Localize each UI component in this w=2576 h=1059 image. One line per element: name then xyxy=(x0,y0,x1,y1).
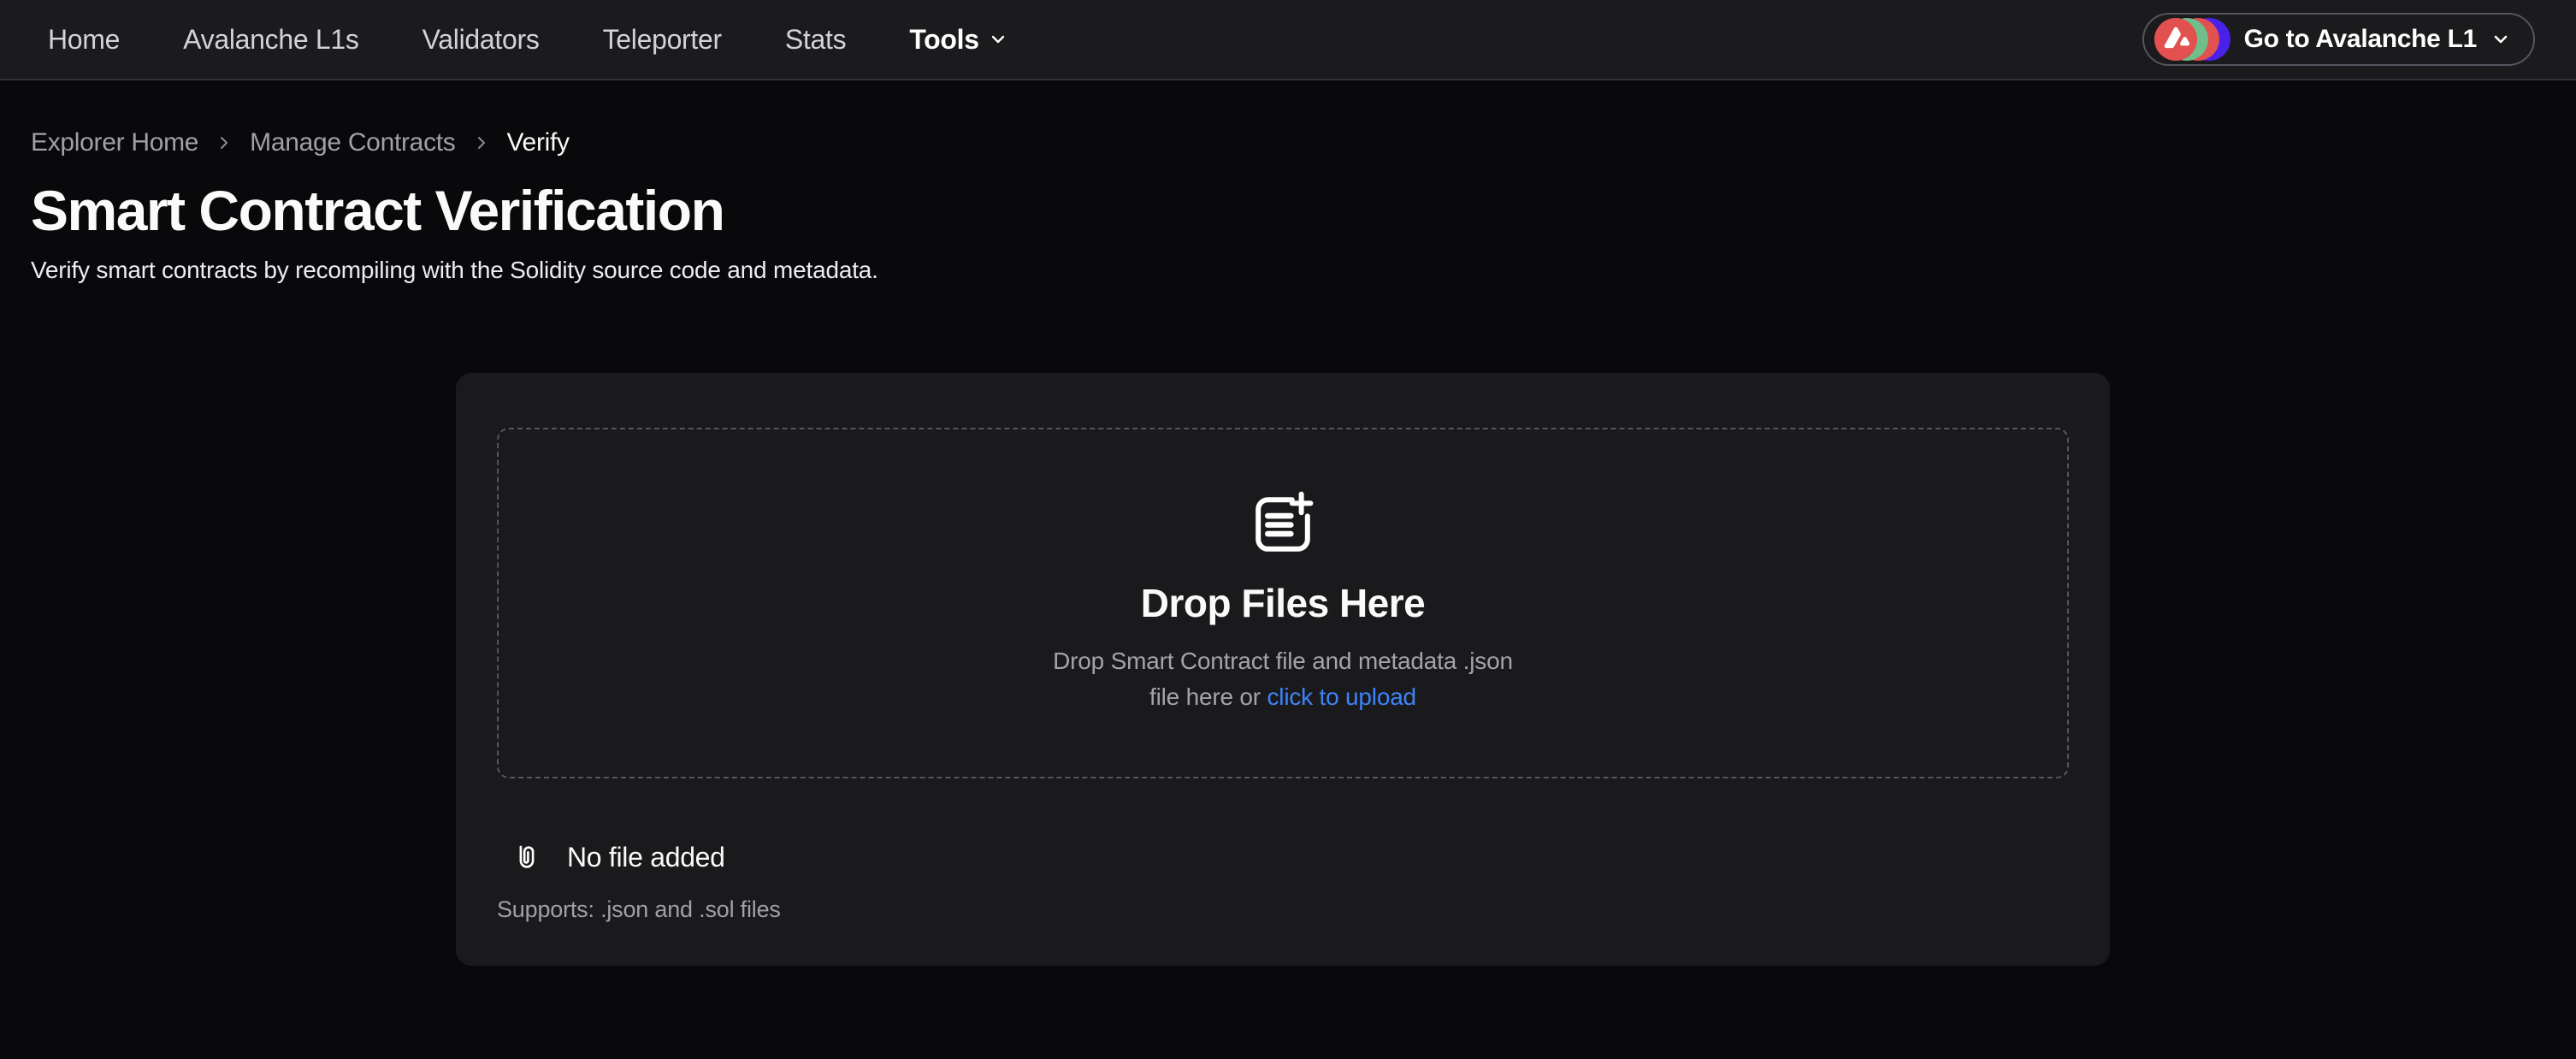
dropzone-description-line1: Drop Smart Contract file and metadata .j… xyxy=(1053,648,1513,674)
nav-item-avalanche-l1s[interactable]: Avalanche L1s xyxy=(183,24,358,56)
breadcrumb-explorer-home[interactable]: Explorer Home xyxy=(31,128,198,157)
dropzone-description-line2: file here or xyxy=(1149,683,1267,710)
avalanche-logo-stack xyxy=(2154,18,2230,61)
nav-item-tools[interactable]: Tools xyxy=(909,24,1007,56)
supported-file-types: Supports: .json and .sol files xyxy=(497,896,2069,923)
paperclip-icon xyxy=(512,833,541,881)
avalanche-logo-icon xyxy=(2154,18,2197,61)
file-dropzone[interactable]: Drop Files Here Drop Smart Contract file… xyxy=(497,428,2069,778)
chevron-down-icon xyxy=(2490,29,2511,50)
nav-item-teleporter[interactable]: Teleporter xyxy=(603,24,722,56)
upload-card: Drop Files Here Drop Smart Contract file… xyxy=(456,373,2110,966)
page-subtitle: Verify smart contracts by recompiling wi… xyxy=(31,257,2535,284)
breadcrumb: Explorer Home Manage Contracts Verify xyxy=(31,128,2535,157)
chevron-right-icon xyxy=(471,133,492,153)
post-add-icon xyxy=(1250,491,1316,558)
nav-item-validators[interactable]: Validators xyxy=(422,24,540,56)
nav-item-stats[interactable]: Stats xyxy=(785,24,846,56)
page: Home Avalanche L1s Validators Teleporter… xyxy=(0,0,2576,1059)
main-content: Explorer Home Manage Contracts Verify Sm… xyxy=(0,80,2576,966)
top-nav: Home Avalanche L1s Validators Teleporter… xyxy=(0,0,2576,80)
file-status-row: No file added xyxy=(497,833,2069,881)
file-status-text: No file added xyxy=(567,842,725,873)
breadcrumb-manage-contracts[interactable]: Manage Contracts xyxy=(250,128,455,157)
click-to-upload-link[interactable]: click to upload xyxy=(1267,683,1416,710)
nav-item-home[interactable]: Home xyxy=(48,24,120,56)
go-to-avalanche-l1-label: Go to Avalanche L1 xyxy=(2244,25,2477,54)
dropzone-heading: Drop Files Here xyxy=(1141,580,1426,626)
breadcrumb-current-verify: Verify xyxy=(507,128,570,157)
go-to-avalanche-l1-button[interactable]: Go to Avalanche L1 xyxy=(2142,13,2535,66)
page-title: Smart Contract Verification xyxy=(31,178,2535,243)
nav-items: Home Avalanche L1s Validators Teleporter… xyxy=(48,24,1008,56)
nav-item-tools-label: Tools xyxy=(909,24,978,56)
chevron-down-icon xyxy=(988,29,1008,50)
dropzone-description: Drop Smart Contract file and metadata .j… xyxy=(1053,643,1513,715)
chevron-right-icon xyxy=(214,133,234,153)
